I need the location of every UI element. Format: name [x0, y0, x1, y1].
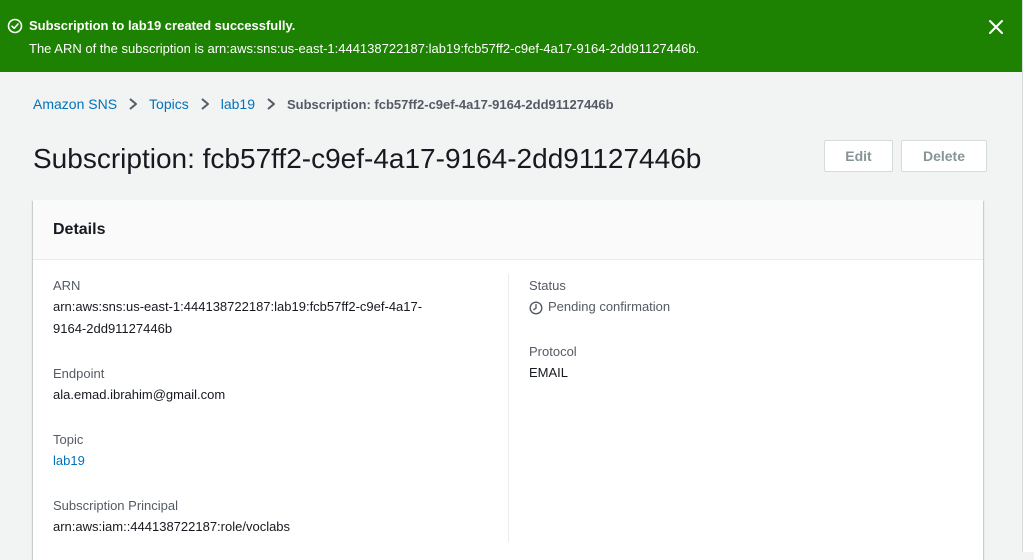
arn-field: ARN arn:aws:sns:us-east-1:444138722187:l… [53, 276, 422, 340]
column-divider [508, 274, 509, 542]
breadcrumb-amazon-sns[interactable]: Amazon SNS [33, 96, 117, 112]
protocol-label: Protocol [529, 344, 577, 359]
breadcrumb-current: Subscription: fcb57ff2-c9ef-4a17-9164-2d… [287, 96, 614, 112]
chevron-right-icon [199, 97, 211, 111]
flash-title: Subscription to lab19 created successful… [29, 18, 296, 33]
endpoint-label: Endpoint [53, 366, 105, 381]
check-circle-icon [7, 18, 23, 34]
scrollbar-track[interactable] [1022, 0, 1034, 552]
close-icon[interactable] [986, 17, 1006, 37]
chevron-right-icon [127, 97, 139, 111]
flash-message: The ARN of the subscription is arn:aws:s… [29, 41, 700, 56]
topic-link[interactable]: lab19 [53, 450, 85, 472]
topic-field: Topic lab19 [53, 430, 85, 472]
status-value: Pending confirmation [529, 296, 670, 318]
clock-icon [529, 300, 543, 315]
chevron-right-icon [265, 97, 277, 111]
breadcrumb-lab19[interactable]: lab19 [221, 96, 255, 112]
status-text: Pending confirmation [548, 299, 671, 314]
breadcrumb: Amazon SNS Topics lab19 Subscription: fc… [33, 94, 614, 114]
arn-value-line1: arn:aws:sns:us-east-1:444138722187:lab19… [53, 299, 423, 314]
edit-button[interactable]: Edit [824, 140, 893, 172]
protocol-field: Protocol EMAIL [529, 342, 577, 384]
arn-label: ARN [53, 278, 81, 293]
endpoint-field: Endpoint ala.emad.ibrahim@gmail.com [53, 364, 225, 406]
principal-label: Subscription Principal [53, 498, 179, 513]
principal-value: arn:aws:iam::444138722187:role/voclabs [53, 519, 291, 534]
delete-button[interactable]: Delete [901, 140, 987, 172]
principal-field: Subscription Principal arn:aws:iam::4441… [53, 496, 290, 538]
status-field: Status Pending confirmation [529, 276, 670, 318]
details-title: Details [53, 221, 106, 238]
success-flash-banner: Subscription to lab19 created successful… [0, 0, 1022, 72]
endpoint-value: ala.emad.ibrahim@gmail.com [53, 387, 226, 402]
details-panel-header: Details [33, 200, 983, 260]
status-label: Status [529, 278, 566, 293]
details-panel: Details ARN arn:aws:sns:us-east-1:444138… [33, 200, 983, 560]
topic-label: Topic [53, 432, 84, 447]
breadcrumb-topics[interactable]: Topics [149, 96, 189, 112]
arn-value-line2: 9164-2dd91127446b [53, 321, 173, 336]
page-title: Subscription: fcb57ff2-c9ef-4a17-9164-2d… [33, 143, 702, 174]
protocol-value: EMAIL [529, 365, 569, 380]
